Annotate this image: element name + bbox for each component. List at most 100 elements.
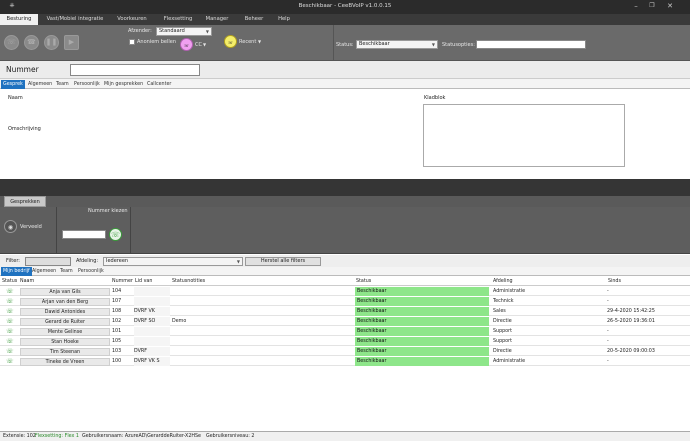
status-select[interactable]: Beschikbaar ▼	[356, 40, 438, 49]
table-row[interactable]: ☏ Arjan van den Berg 107 Beschikbaar Technic…	[0, 297, 690, 306]
menu-vast-mobiel[interactable]: Vast/Mobiel integratie	[44, 14, 106, 25]
hold-button[interactable]: ❚❚	[44, 35, 59, 50]
afdeling-select[interactable]: Iedereen ▼	[103, 256, 243, 266]
row-naam[interactable]: Tim Steenan	[20, 347, 110, 356]
gesprekken-controls: ◉ Verveeld Nummer kiezen ☏	[0, 207, 690, 254]
phone-icon[interactable]: ☏	[6, 318, 14, 325]
recent-label[interactable]: Recent	[239, 39, 256, 45]
tab-callcenter[interactable]: Callcenter	[145, 80, 173, 89]
doorverbinden-button[interactable]: ◉	[4, 220, 17, 233]
row-sinds: -	[607, 299, 609, 304]
menu-manager[interactable]: Manager	[200, 14, 234, 25]
row-naam[interactable]: Dawid Antonides	[20, 307, 110, 316]
col-sinds[interactable]: Sinds	[608, 277, 621, 286]
anoniem-checkbox[interactable]	[129, 39, 135, 45]
table-row[interactable]: ☏ Dawid Antonides 108 DVRF VK Beschikbaar Sal…	[0, 307, 690, 316]
table-row[interactable]: ☏ Tim Steenan 103 DVRF Beschikbaar Directie 20…	[0, 347, 690, 356]
row-naam[interactable]: Anja van Gils	[20, 287, 110, 296]
table-row[interactable]: ☏ Mente Gelinse 101 Beschikbaar Support -	[0, 327, 690, 336]
play-button[interactable]: ▶	[64, 35, 79, 50]
col-afdeling[interactable]: Afdeling	[493, 277, 513, 286]
col-statusnotities[interactable]: Statusnotities	[172, 277, 205, 286]
recent-button[interactable]: ☏	[224, 35, 237, 48]
statusopties-input[interactable]	[476, 40, 586, 49]
maximize-icon[interactable]: ❐	[646, 2, 658, 9]
afzender-label: Afzender:	[128, 28, 152, 34]
tab-algemeen-2[interactable]: Algemeen	[30, 267, 58, 276]
tab-team[interactable]: Team	[54, 80, 71, 89]
tab-persoonlijk-2[interactable]: Persoonlijk	[76, 267, 106, 276]
chevron-down-icon[interactable]: ▼	[203, 42, 206, 47]
row-status: Beschikbaar	[355, 347, 489, 356]
col-status[interactable]: Status	[356, 277, 371, 286]
table-row[interactable]: ☏ Tineke de Vreen 100 DVRF VK S Beschikbaar A…	[0, 357, 690, 366]
menu-voorkeuren[interactable]: Voorkeuren	[112, 14, 152, 25]
chevron-down-icon[interactable]: ▼	[258, 39, 261, 44]
chevron-down-icon: ▼	[205, 29, 209, 34]
doorverbinden-label: Verveeld	[20, 224, 42, 230]
table-row[interactable]: ☏ Gerard de Ruiter 102 DVRF SO Demo Beschikba…	[0, 317, 690, 326]
row-nummer: 103	[112, 349, 122, 354]
call-button[interactable]: ☏	[109, 228, 122, 241]
afzender-select[interactable]: Standaard ▼	[156, 27, 212, 36]
row-naam[interactable]: Mente Gelinse	[20, 327, 110, 336]
tab-mijn-gesprekken[interactable]: Mijn gesprekken	[102, 80, 145, 89]
row-lid-van	[134, 287, 170, 296]
tab-team-2[interactable]: Team	[58, 267, 75, 276]
extensie-text: Extensie: 102	[3, 434, 36, 439]
row-naam[interactable]: Gerard de Ruiter	[20, 317, 110, 326]
phone-icon[interactable]: ☏	[6, 308, 14, 315]
row-statusnotities	[172, 347, 352, 356]
row-status: Beschikbaar	[355, 327, 489, 336]
gesprekken-tabstrip	[0, 196, 690, 207]
row-nummer: 105	[112, 339, 122, 344]
col-nummer[interactable]: Nummer	[112, 277, 133, 286]
row-naam[interactable]: Arjan van den Berg	[20, 297, 110, 306]
tab-mijn-bedrijf[interactable]: Mijn bedrijf	[1, 267, 32, 276]
reset-filters-button[interactable]: Herstel alle filters	[245, 256, 321, 266]
tab-algemeen[interactable]: Algemeen	[26, 80, 54, 89]
info-tabs: Gesprek Algemeen Team Persoonlijk Mijn g…	[0, 79, 690, 89]
nummer-kiezen-label: Nummer kiezen	[88, 208, 128, 214]
window-title: Beschikbaar - CeeBVoIP v1.0.0.15	[298, 3, 392, 9]
menu-help[interactable]: Help	[272, 14, 296, 25]
row-statusnotities	[172, 357, 352, 366]
col-status-icon[interactable]: Status	[2, 277, 17, 286]
table-row[interactable]: ☏ Anja van Gils 104 Beschikbaar Administrati…	[0, 287, 690, 296]
row-naam[interactable]: Stan Hoeke	[20, 337, 110, 346]
kladblok-textarea[interactable]	[423, 104, 625, 167]
col-lid-van[interactable]: Lid van	[135, 277, 152, 286]
row-afdeling: Support	[493, 339, 512, 344]
row-naam[interactable]: Tineke de Vreen	[20, 357, 110, 366]
minimize-icon[interactable]: –	[630, 2, 642, 10]
menu-besturing[interactable]: Besturing	[0, 14, 38, 25]
row-sinds: 20-5-2020 09:00:03	[607, 349, 655, 354]
row-status: Beschikbaar	[355, 287, 489, 296]
phone-icon[interactable]: ☏	[6, 288, 14, 295]
cc-button[interactable]: ☏	[180, 38, 193, 51]
row-afdeling: Support	[493, 329, 512, 334]
nummer-input[interactable]	[70, 64, 200, 76]
tab-persoonlijk[interactable]: Persoonlijk	[72, 80, 102, 89]
menu-beheer[interactable]: Beheer	[238, 14, 270, 25]
phone-icon[interactable]: ☏	[6, 338, 14, 345]
tab-gesprekken[interactable]: Gesprekken	[4, 196, 46, 207]
menu-flexsetting[interactable]: Flexsetting	[158, 14, 198, 25]
cc-label[interactable]: CC	[195, 42, 202, 48]
phone-icon[interactable]: ☏	[6, 298, 14, 305]
filter-input[interactable]	[25, 256, 71, 266]
close-icon[interactable]: ✕	[664, 2, 676, 10]
hangup-button[interactable]: ☎	[24, 35, 39, 50]
col-naam[interactable]: Naam	[20, 277, 34, 286]
row-lid-van	[134, 297, 170, 306]
phone-icon[interactable]: ☏	[6, 348, 14, 355]
table-row[interactable]: ☏ Stan Hoeke 105 Beschikbaar Support -	[0, 337, 690, 346]
nummer-label: Nummer	[6, 65, 39, 74]
dial-button[interactable]: ☏	[4, 35, 19, 50]
row-lid-van: DVRF SO	[134, 317, 170, 326]
phone-icon[interactable]: ☏	[6, 358, 14, 365]
tab-gesprek[interactable]: Gesprek	[1, 80, 25, 89]
phone-icon[interactable]: ☏	[6, 328, 14, 335]
nummer-kiezen-input[interactable]	[62, 230, 106, 239]
row-status: Beschikbaar	[355, 297, 489, 306]
